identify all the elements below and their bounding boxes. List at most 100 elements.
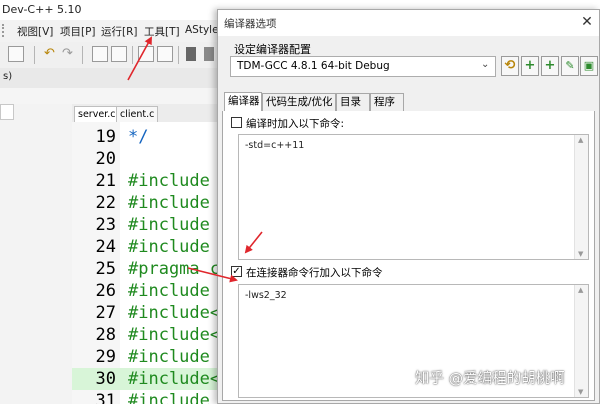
code-line: 26 #include	[72, 280, 220, 302]
code-line: 27 #include<	[72, 302, 220, 324]
ide-status-band: s)	[0, 68, 220, 89]
line-number: 30	[95, 369, 116, 389]
code-text: #pragma c	[128, 259, 220, 279]
line-number: 27	[95, 303, 116, 323]
code-text: #include<	[128, 325, 220, 345]
scroll-down-icon[interactable]: ▼	[578, 388, 583, 396]
line-number: 22	[95, 193, 116, 213]
line-number: 25	[95, 259, 116, 279]
tab-client-c[interactable]: client.c	[116, 106, 159, 122]
compile-commands-checkbox[interactable]	[231, 117, 242, 128]
compile-commands-check-row[interactable]: 编译时加入以下命令:	[231, 116, 451, 130]
delete-icon[interactable]: ▣	[580, 56, 598, 76]
scrollbar[interactable]: ▲ ▼	[574, 285, 588, 397]
compile-commands-memo[interactable]: -std=c++11 ▲ ▼	[238, 134, 589, 260]
code-text: #include<	[128, 303, 220, 323]
find-icon[interactable]	[92, 46, 108, 62]
line-number: 24	[95, 237, 116, 257]
code-text: #include	[128, 281, 210, 301]
code-line: 30 #include<	[72, 368, 220, 390]
replace-icon[interactable]	[111, 46, 127, 62]
project-tab[interactable]	[0, 104, 14, 120]
print-icon[interactable]	[8, 46, 24, 62]
toolbar-separator	[34, 46, 35, 64]
close-icon[interactable]: ✕	[579, 14, 595, 30]
menu-run[interactable]: 运行[R]	[101, 24, 138, 39]
rename-icon[interactable]: ✎	[561, 56, 579, 76]
linker-commands-text: -lws2_32	[245, 290, 287, 301]
config-label: 设定编译器配置	[234, 43, 311, 56]
undo-icon[interactable]: ↶	[44, 46, 55, 61]
tab-compiler[interactable]: 编译器	[224, 92, 262, 112]
line-number: 28	[95, 325, 116, 345]
scrollbar[interactable]: ▲ ▼	[574, 135, 588, 259]
scroll-up-icon[interactable]: ▲	[578, 286, 583, 294]
code-line: 24 #include	[72, 236, 220, 258]
tab-server-c[interactable]: server.c	[74, 106, 120, 122]
ide-title: Dev-C++ 5.10	[2, 3, 82, 16]
code-text: #include	[128, 215, 210, 235]
linker-commands-check-row[interactable]: ✓ 在连接器命令行加入以下命令	[231, 265, 471, 279]
code-text: #include<	[128, 369, 220, 389]
edit-icon[interactable]: ⟲	[501, 56, 519, 76]
code-line: 25 #pragma c	[72, 258, 220, 280]
code-lines: 19 */ 20 21 #include 22 #include 23 #include 24 #i…	[72, 126, 220, 404]
compiler-options-dialog: 编译器选项 ✕ 设定编译器配置 TDM-GCC 4.8.1 64-bit Deb…	[217, 9, 600, 404]
linker-commands-label: 在连接器命令行加入以下命令	[246, 267, 383, 279]
compile-commands-text: -std=c++11	[245, 140, 305, 151]
add-new-icon[interactable]: +	[541, 56, 559, 76]
band-label: s)	[3, 71, 13, 82]
goto-icon[interactable]	[204, 47, 214, 61]
project-panel	[0, 104, 73, 404]
add-icon[interactable]: +	[521, 56, 539, 76]
line-number: 26	[95, 281, 116, 301]
compiler-tab-page: 编译时加入以下命令: -std=c++11 ▲ ▼ ✓ 在连接器命令行加入以下命…	[222, 111, 595, 401]
menu-tools[interactable]: 工具[T]	[144, 24, 180, 39]
line-number: 20	[95, 149, 116, 169]
code-line: 19 */	[72, 126, 220, 148]
code-text: #include	[128, 237, 210, 257]
scroll-down-icon[interactable]: ▼	[578, 250, 583, 258]
code-line: 20	[72, 148, 220, 170]
code-line: 23 #include	[72, 214, 220, 236]
scroll-up-icon[interactable]: ▲	[578, 136, 583, 144]
code-text: #include	[128, 171, 210, 191]
menu-project[interactable]: 项目[P]	[60, 24, 96, 39]
unindent-icon[interactable]	[157, 46, 173, 62]
menu-astyle[interactable]: AStyle	[185, 24, 219, 36]
toolbar-separator	[178, 46, 179, 64]
dialog-title: 编译器选项	[224, 18, 277, 30]
line-number: 23	[95, 215, 116, 235]
code-line: 22 #include	[72, 192, 220, 214]
line-number: 19	[95, 127, 116, 147]
indent-icon[interactable]	[138, 46, 154, 62]
chevron-down-icon: ⌄	[481, 59, 490, 70]
line-number: 29	[95, 347, 116, 367]
code-text: #include	[128, 193, 210, 213]
tab-codegen[interactable]: 代码生成/优化	[262, 93, 336, 111]
config-value: TDM-GCC 4.8.1 64-bit Debug	[237, 60, 390, 72]
dialog-titlebar: 编译器选项 ✕	[218, 10, 599, 36]
line-number: 21	[95, 171, 116, 191]
linker-commands-checkbox[interactable]: ✓	[231, 266, 242, 277]
menubar-handle-icon	[2, 24, 7, 37]
menu-view[interactable]: 视图[V]	[17, 24, 53, 39]
tab-programs[interactable]: 程序	[370, 93, 404, 111]
dialog-tabs: 编译器 代码生成/优化 目录 程序	[222, 92, 595, 112]
code-line: 28 #include<	[72, 324, 220, 346]
tab-directories[interactable]: 目录	[336, 93, 370, 111]
watermark: 知乎 @爱编程的胡桃啊	[415, 371, 565, 387]
redo-icon[interactable]: ↷	[62, 46, 73, 61]
line-number: 31	[95, 391, 116, 404]
code-line: 29 #include	[72, 346, 220, 368]
ide-toolbar: ↶ ↷	[0, 42, 220, 69]
code-line: 21 #include	[72, 170, 220, 192]
ide-menubar: 视图[V] 项目[P] 运行[R] 工具[T] AStyle	[0, 20, 220, 43]
code-line: 31 #include	[72, 390, 220, 404]
compile-commands-label: 编译时加入以下命令:	[246, 118, 345, 130]
toolbar-separator	[132, 46, 133, 64]
code-text: #include	[128, 347, 210, 367]
code-text: */	[128, 127, 149, 147]
compiler-config-select[interactable]: TDM-GCC 4.8.1 64-bit Debug ⌄	[230, 56, 496, 77]
bookmark-icon[interactable]	[186, 47, 196, 61]
